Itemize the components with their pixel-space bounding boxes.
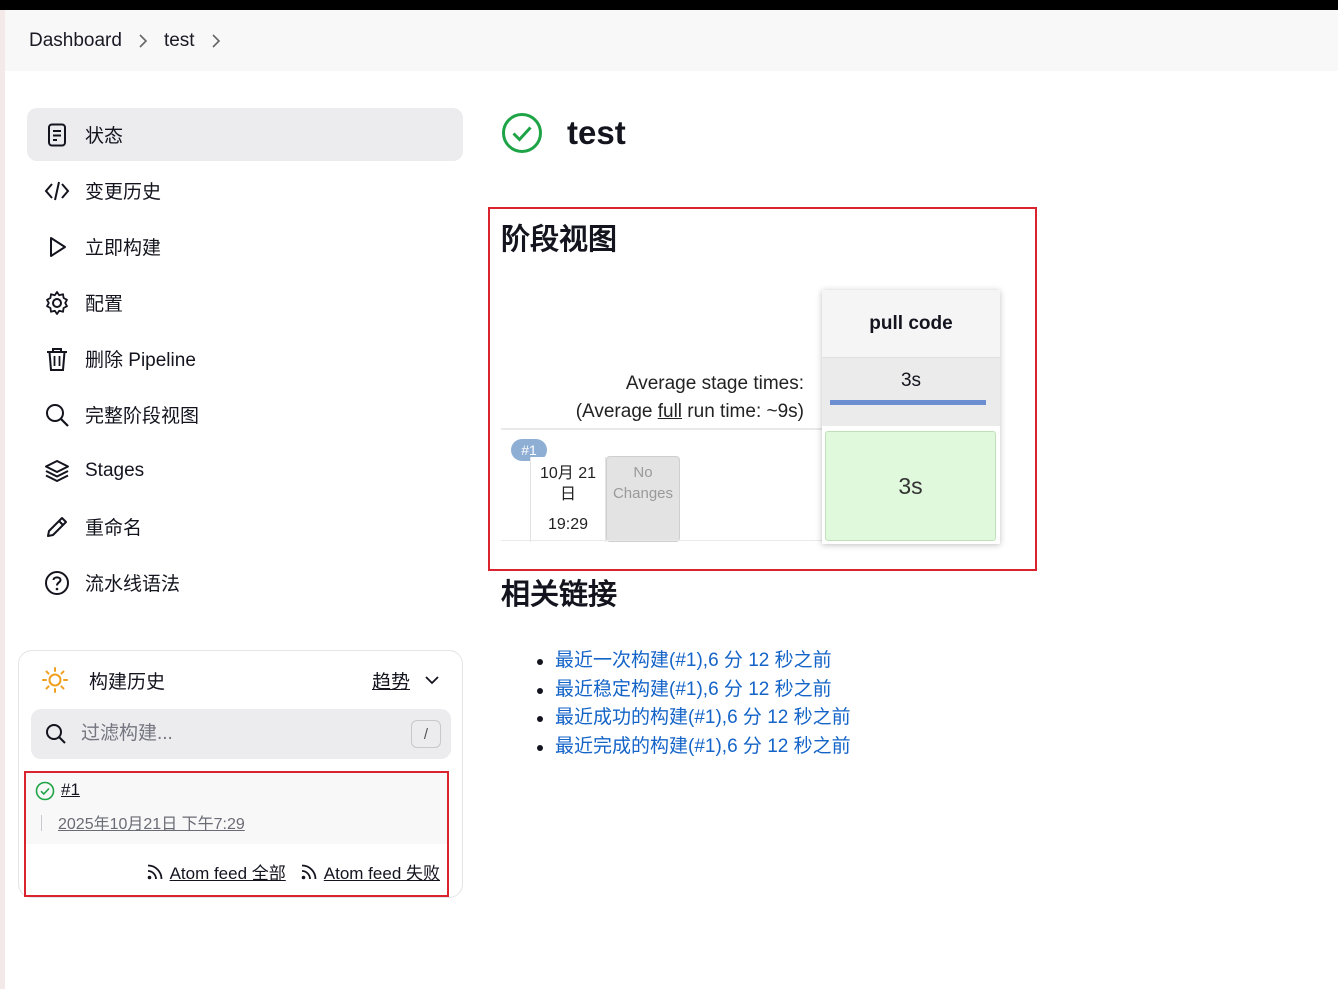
last-stable-build-link[interactable]: 最近稳定构建(#1),6 分 12 秒之前 [555, 679, 832, 700]
sidebar-item-label: 重命名 [85, 518, 143, 539]
sidebar-item-build-now[interactable]: 立即构建 [27, 220, 463, 273]
related-links-heading: 相关链接 [501, 579, 618, 611]
sidebar-item-rename[interactable]: 重命名 [27, 500, 463, 553]
last-successful-build-link[interactable]: 最近成功的构建(#1),6 分 12 秒之前 [555, 707, 851, 728]
chevron-down-icon[interactable] [424, 672, 440, 688]
highlight-box-stage-view [488, 207, 1037, 571]
chevron-right-icon[interactable] [136, 33, 150, 48]
pencil-icon [43, 513, 71, 541]
breadcrumb: Dashboard test [5, 10, 1338, 71]
list-item: 最近一次构建(#1),6 分 12 秒之前 [537, 647, 851, 676]
trash-icon [43, 345, 71, 373]
code-icon [43, 177, 71, 205]
sidebar-item-label: Stages [85, 459, 145, 481]
sidebar-item-delete-pipeline[interactable]: 删除 Pipeline [27, 332, 463, 385]
help-icon [43, 569, 71, 597]
related-links-list: 最近一次构建(#1),6 分 12 秒之前 最近稳定构建(#1),6 分 12 … [537, 647, 851, 762]
left-edge [0, 10, 5, 989]
build-history-header: 构建历史 趋势 [41, 663, 440, 697]
filter-builds-input[interactable] [81, 723, 411, 745]
sidebar-item-full-stage-view[interactable]: 完整阶段视图 [27, 388, 463, 441]
success-icon [502, 113, 542, 153]
search-icon [46, 724, 66, 744]
breadcrumb-test[interactable]: test [164, 30, 195, 52]
sidebar-item-changes[interactable]: 变更历史 [27, 164, 463, 217]
sidebar-item-status[interactable]: 状态 [27, 108, 463, 161]
layers-icon [43, 457, 71, 485]
sidebar-item-configure[interactable]: 配置 [27, 276, 463, 329]
document-icon [43, 121, 71, 149]
sidebar-item-label: 变更历史 [85, 182, 162, 203]
sidebar-item-label: 完整阶段视图 [85, 406, 200, 427]
last-completed-build-link[interactable]: 最近完成的构建(#1),6 分 12 秒之前 [555, 736, 851, 757]
sun-icon [42, 667, 68, 693]
job-title: test [567, 114, 626, 151]
list-item: 最近成功的构建(#1),6 分 12 秒之前 [537, 704, 851, 733]
sidebar: 状态 变更历史 立即构建 配置 删除 Pipeline 完整阶段视图 Stage… [27, 108, 463, 612]
chevron-right-icon[interactable] [209, 33, 223, 48]
sidebar-item-label: 状态 [85, 126, 124, 147]
sidebar-item-pipeline-syntax[interactable]: 流水线语法 [27, 556, 463, 609]
sidebar-item-stages[interactable]: Stages [27, 444, 463, 497]
sidebar-item-label: 配置 [85, 294, 124, 315]
play-icon [43, 233, 71, 261]
list-item: 最近稳定构建(#1),6 分 12 秒之前 [537, 676, 851, 705]
last-build-link[interactable]: 最近一次构建(#1),6 分 12 秒之前 [555, 650, 832, 671]
top-strip [0, 0, 1338, 10]
page-title: test [501, 112, 626, 154]
shortcut-key-hint: / [411, 720, 441, 748]
sidebar-item-label: 立即构建 [85, 238, 162, 259]
gear-icon [43, 289, 71, 317]
trend-link[interactable]: 趋势 [372, 667, 410, 694]
sidebar-item-label: 流水线语法 [85, 574, 181, 595]
sidebar-item-label: 删除 Pipeline [85, 350, 196, 371]
build-history-title: 构建历史 [89, 671, 166, 693]
highlight-box-build [24, 771, 449, 897]
build-filter: / [31, 709, 451, 759]
list-item: 最近完成的构建(#1),6 分 12 秒之前 [537, 733, 851, 762]
breadcrumb-dashboard[interactable]: Dashboard [29, 30, 122, 52]
search-icon [43, 401, 71, 429]
